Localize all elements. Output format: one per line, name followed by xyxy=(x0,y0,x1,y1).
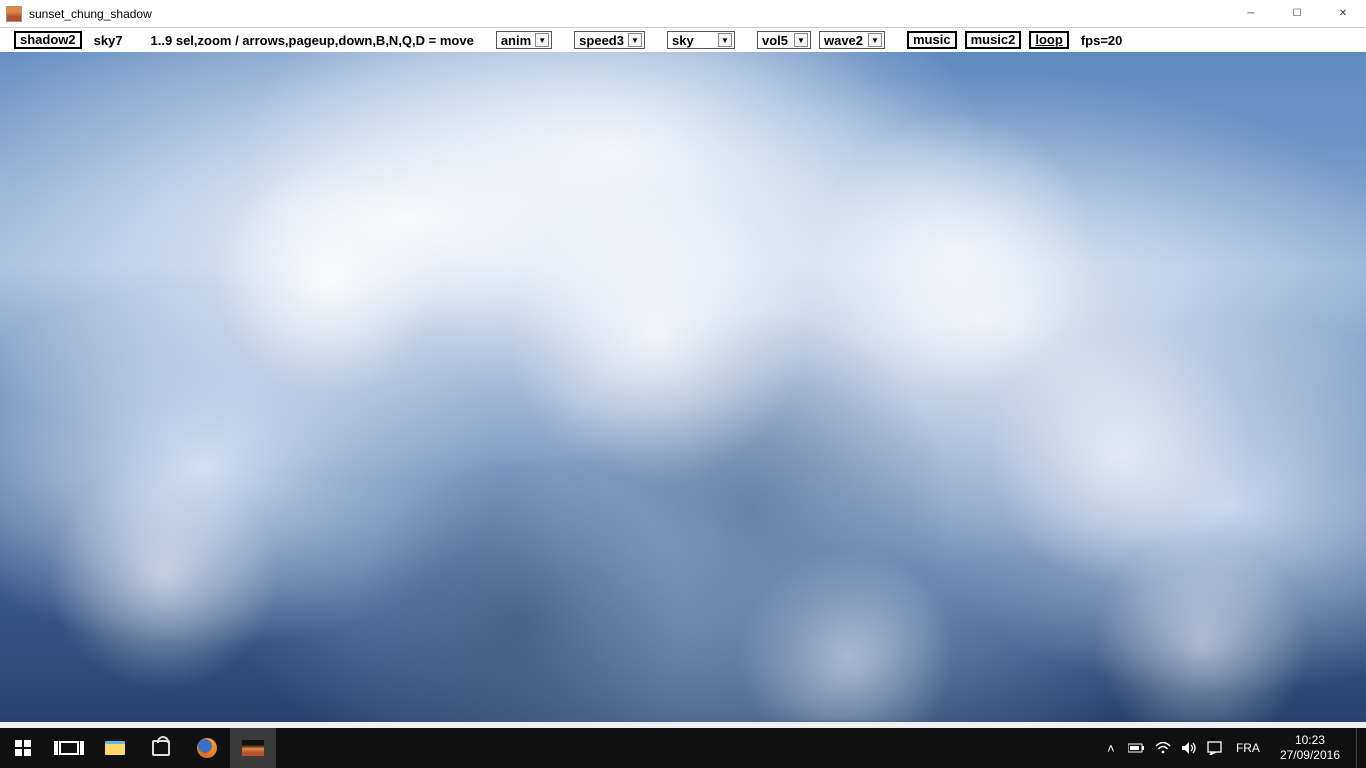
windows-logo-icon xyxy=(15,740,31,756)
clock-date: 27/09/2016 xyxy=(1280,748,1340,763)
tray-overflow-icon[interactable]: ˄ xyxy=(1102,741,1120,756)
fps-label: fps=20 xyxy=(1077,33,1127,48)
minimize-button[interactable]: ─ xyxy=(1228,0,1274,27)
app-toolbar: shadow2 sky7 1..9 sel,zoom / arrows,page… xyxy=(0,28,1366,52)
wave-dropdown-value: wave2 xyxy=(822,33,866,48)
window-title: sunset_chung_shadow xyxy=(29,7,1228,21)
battery-icon[interactable] xyxy=(1128,743,1146,753)
sky-dropdown-value: sky xyxy=(670,33,716,48)
system-tray: ˄ FRA 10:23 27/09/2016 xyxy=(1102,728,1366,768)
speed-dropdown[interactable]: speed3 ▼ xyxy=(574,31,645,49)
app-icon xyxy=(6,6,22,22)
volume-icon[interactable] xyxy=(1180,741,1198,755)
help-text: 1..9 sel,zoom / arrows,pageup,down,B,N,Q… xyxy=(151,33,474,48)
vol-dropdown-value: vol5 xyxy=(760,33,792,48)
taskbar-left xyxy=(0,728,276,768)
shadow-button[interactable]: shadow2 xyxy=(14,31,82,49)
render-viewport[interactable] xyxy=(0,52,1366,722)
firefox-button[interactable] xyxy=(184,728,230,768)
sunset-chung-app-button[interactable] xyxy=(230,728,276,768)
chevron-down-icon: ▼ xyxy=(628,33,642,47)
maximize-button[interactable]: ☐ xyxy=(1274,0,1320,27)
sky-label: sky7 xyxy=(90,33,127,48)
music-button[interactable]: music xyxy=(907,31,957,49)
file-explorer-button[interactable] xyxy=(92,728,138,768)
notifications-icon[interactable] xyxy=(1206,741,1224,755)
chevron-down-icon: ▼ xyxy=(535,33,549,47)
store-icon xyxy=(152,740,170,756)
wifi-svg-icon xyxy=(1155,742,1171,754)
notification-svg-icon xyxy=(1207,741,1222,755)
loop-button[interactable]: loop xyxy=(1029,31,1068,49)
anim-dropdown[interactable]: anim ▼ xyxy=(496,31,552,49)
task-view-icon xyxy=(59,741,79,755)
clock[interactable]: 10:23 27/09/2016 xyxy=(1272,733,1348,763)
speaker-svg-icon xyxy=(1181,741,1197,755)
chevron-down-icon: ▼ xyxy=(794,33,808,47)
wave-dropdown[interactable]: wave2 ▼ xyxy=(819,31,885,49)
start-button[interactable] xyxy=(0,728,46,768)
task-view-button[interactable] xyxy=(46,728,92,768)
clock-time: 10:23 xyxy=(1280,733,1340,748)
speed-dropdown-value: speed3 xyxy=(577,33,626,48)
app-thumbnail-icon xyxy=(242,740,264,756)
window-titlebar: sunset_chung_shadow ─ ☐ ✕ xyxy=(0,0,1366,28)
chevron-down-icon: ▼ xyxy=(868,33,882,47)
window-controls: ─ ☐ ✕ xyxy=(1228,0,1366,27)
wifi-icon[interactable] xyxy=(1154,742,1172,754)
windows-taskbar: ˄ FRA 10:23 27/09/2016 xyxy=(0,728,1366,768)
music2-button[interactable]: music2 xyxy=(965,31,1022,49)
store-button[interactable] xyxy=(138,728,184,768)
language-indicator[interactable]: FRA xyxy=(1232,741,1264,755)
vol-dropdown[interactable]: vol5 ▼ xyxy=(757,31,811,49)
anim-dropdown-value: anim xyxy=(499,33,533,48)
sky-dropdown[interactable]: sky ▼ xyxy=(667,31,735,49)
chevron-down-icon: ▼ xyxy=(718,33,732,47)
firefox-icon xyxy=(197,738,217,758)
show-desktop-button[interactable] xyxy=(1356,728,1362,768)
battery-svg-icon xyxy=(1128,743,1146,753)
close-button[interactable]: ✕ xyxy=(1320,0,1366,27)
folder-icon xyxy=(105,741,125,755)
